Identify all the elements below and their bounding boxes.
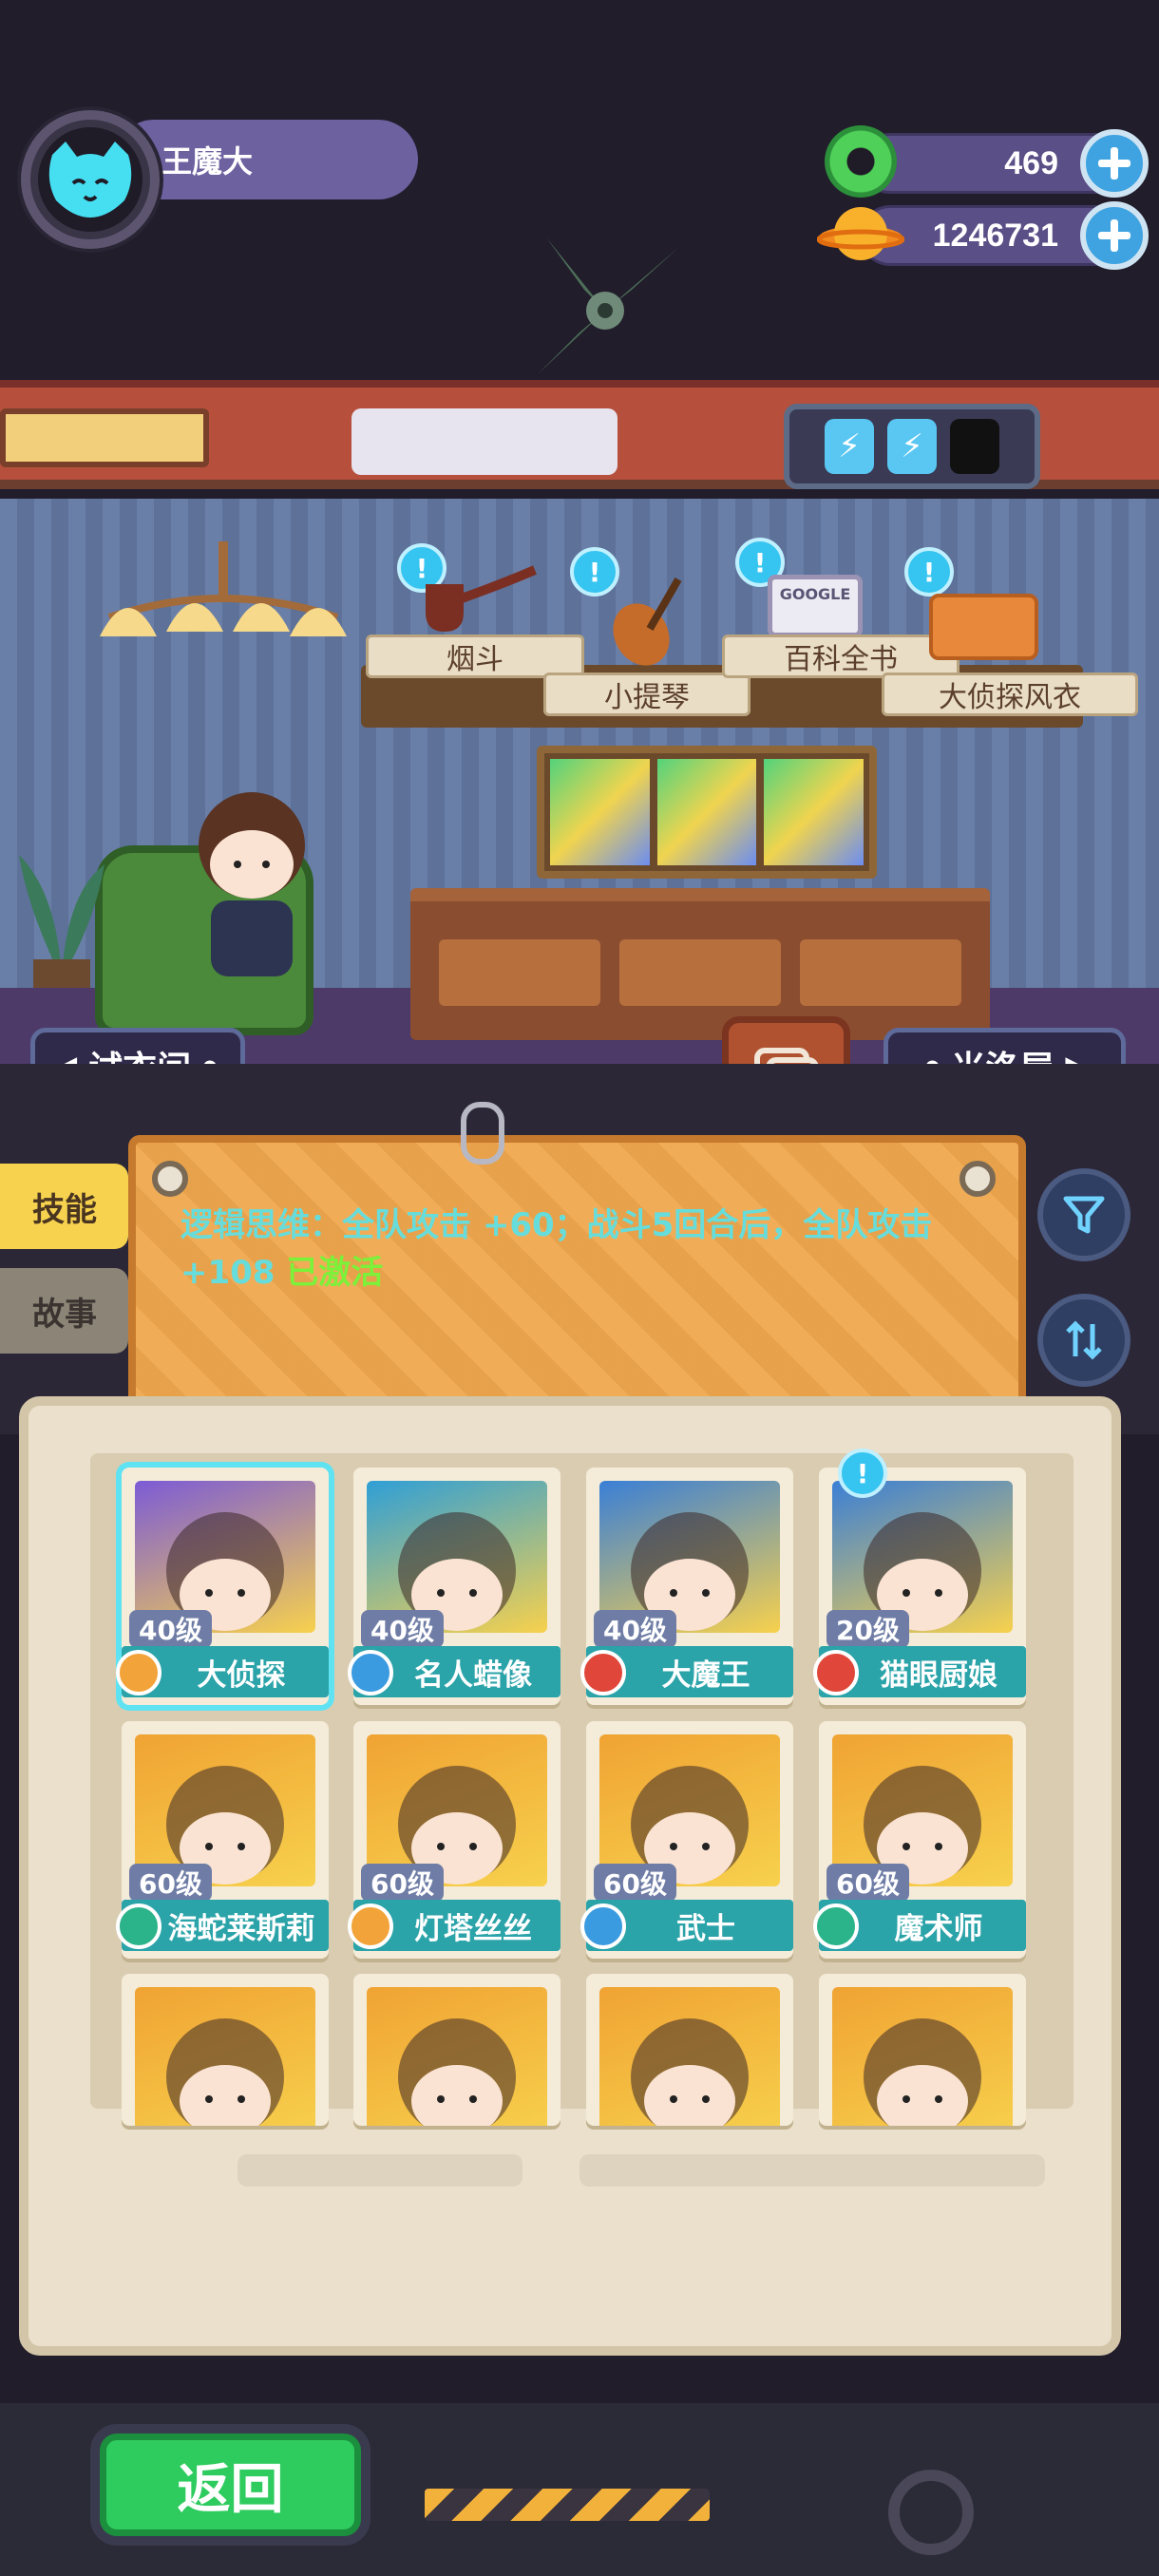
paperclip-icon — [461, 1102, 504, 1165]
class-shield-icon — [813, 1650, 859, 1695]
class-shield-icon — [813, 1904, 859, 1949]
class-shield-icon — [580, 1904, 626, 1949]
player-name: 王魔大 — [114, 120, 418, 199]
new-badge-trenchcoat: ! — [904, 547, 954, 597]
tab-story[interactable]: 故事 — [0, 1268, 128, 1354]
class-shield-icon — [116, 1650, 162, 1695]
skill-description: 逻辑思维：全队攻击 +60；战斗5回合后，全队攻击 +108 已激活 — [180, 1202, 978, 1297]
sort-icon — [1066, 1320, 1102, 1360]
character-level: 40级 — [129, 1610, 212, 1648]
tab-skill[interactable]: 技能 — [0, 1164, 128, 1249]
pin-icon — [960, 1161, 996, 1197]
character-level: 60级 — [129, 1864, 212, 1902]
violin-icon[interactable] — [598, 568, 703, 672]
class-shield-icon — [348, 1904, 393, 1949]
item-label-text: 小提琴 — [604, 681, 690, 714]
new-badge-icon: ! — [838, 1449, 887, 1498]
plant-icon — [10, 836, 114, 988]
character-card[interactable] — [122, 1974, 329, 2126]
class-shield-icon — [348, 1650, 393, 1695]
item-label-trenchcoat[interactable]: 大侦探风衣 — [882, 672, 1138, 716]
filter-icon — [1063, 1196, 1105, 1234]
character-portrait — [599, 1987, 780, 2126]
blurred-text — [580, 2154, 1045, 2187]
tab-skill-label: 技能 — [32, 1190, 97, 1229]
portrait-slot — [656, 759, 757, 865]
character-level: 40级 — [361, 1610, 444, 1648]
portrait-slot — [764, 759, 864, 865]
vent-panel — [0, 408, 209, 467]
item-label-text: 烟斗 — [446, 643, 504, 676]
tab-story-label: 故事 — [32, 1295, 97, 1334]
character-card[interactable]: 40级 大侦探 — [116, 1468, 329, 1705]
player-name-text: 王魔大 — [162, 143, 254, 180]
console-panel — [352, 408, 618, 475]
character-level: 20级 — [826, 1610, 909, 1648]
class-shield-icon — [116, 1904, 162, 1949]
green-donut-icon — [825, 125, 897, 198]
character-portrait — [367, 1987, 547, 2126]
character-portrait — [832, 1987, 1013, 2126]
item-label-text: 大侦探风衣 — [939, 681, 1081, 714]
character-level: 60级 — [361, 1864, 444, 1902]
back-button[interactable]: 返回 — [100, 2434, 361, 2536]
item-label-violin[interactable]: 小提琴 — [543, 672, 750, 716]
character-card[interactable]: 40级 大魔王 — [580, 1468, 793, 1705]
add-gems-button[interactable] — [1080, 129, 1149, 198]
blurred-text — [238, 2154, 522, 2187]
pin-icon — [152, 1161, 188, 1197]
sort-button[interactable] — [1037, 1294, 1130, 1387]
character-card[interactable] — [819, 1974, 1026, 2126]
windmill-fan-icon — [527, 233, 684, 389]
add-coins-button[interactable] — [1080, 201, 1149, 270]
lightning-icon: ⚡ — [825, 419, 874, 474]
coins-value: 1246731 — [932, 217, 1058, 254]
gear-icon — [888, 2470, 974, 2555]
class-shield-icon — [580, 1650, 626, 1695]
skill-status: 已激活 — [286, 1254, 384, 1292]
detective-character[interactable] — [171, 788, 332, 988]
character-level: 60级 — [826, 1864, 909, 1902]
player-avatar[interactable] — [21, 110, 160, 249]
character-card[interactable]: 60级 魔术师 — [813, 1721, 1026, 1959]
empty-slot — [950, 419, 999, 474]
character-card[interactable]: 60级 武士 — [580, 1721, 793, 1959]
portrait-slot — [550, 759, 650, 865]
character-card[interactable]: 40级 名人蜡像 — [348, 1468, 560, 1705]
character-card[interactable] — [353, 1974, 560, 2126]
chandelier-icon — [90, 541, 356, 655]
hazard-stripe — [425, 2489, 710, 2521]
character-level: 40级 — [594, 1610, 676, 1648]
item-label-text: 百科全书 — [784, 643, 898, 676]
plus-icon — [1098, 219, 1130, 252]
encyclopedia-cover-text: GOOGLE — [779, 585, 851, 603]
back-button-label: 返回 — [177, 2458, 284, 2521]
cat-avatar-icon — [38, 127, 142, 232]
energy-slots: ⚡ ⚡ — [784, 404, 1040, 489]
gems-value: 469 — [1004, 144, 1058, 181]
gold-planet-icon — [816, 198, 905, 274]
encyclopedia-icon[interactable]: GOOGLE — [768, 575, 863, 637]
lightning-icon: ⚡ — [887, 419, 937, 474]
character-card[interactable] — [586, 1974, 793, 2126]
character-card[interactable]: 60级 灯塔丝丝 — [348, 1721, 560, 1959]
team-portrait-frame — [537, 746, 877, 879]
character-card[interactable]: 20级 猫眼厨娘 — [813, 1468, 1026, 1705]
character-portrait — [135, 1987, 315, 2126]
trenchcoat-icon[interactable] — [929, 594, 1038, 660]
character-card[interactable]: 60级 海蛇莱斯莉 — [116, 1721, 329, 1959]
desk — [410, 888, 990, 1040]
filter-button[interactable] — [1037, 1168, 1130, 1261]
plus-icon — [1098, 147, 1130, 180]
pipe-icon[interactable] — [416, 565, 540, 636]
character-level: 60级 — [594, 1864, 676, 1902]
